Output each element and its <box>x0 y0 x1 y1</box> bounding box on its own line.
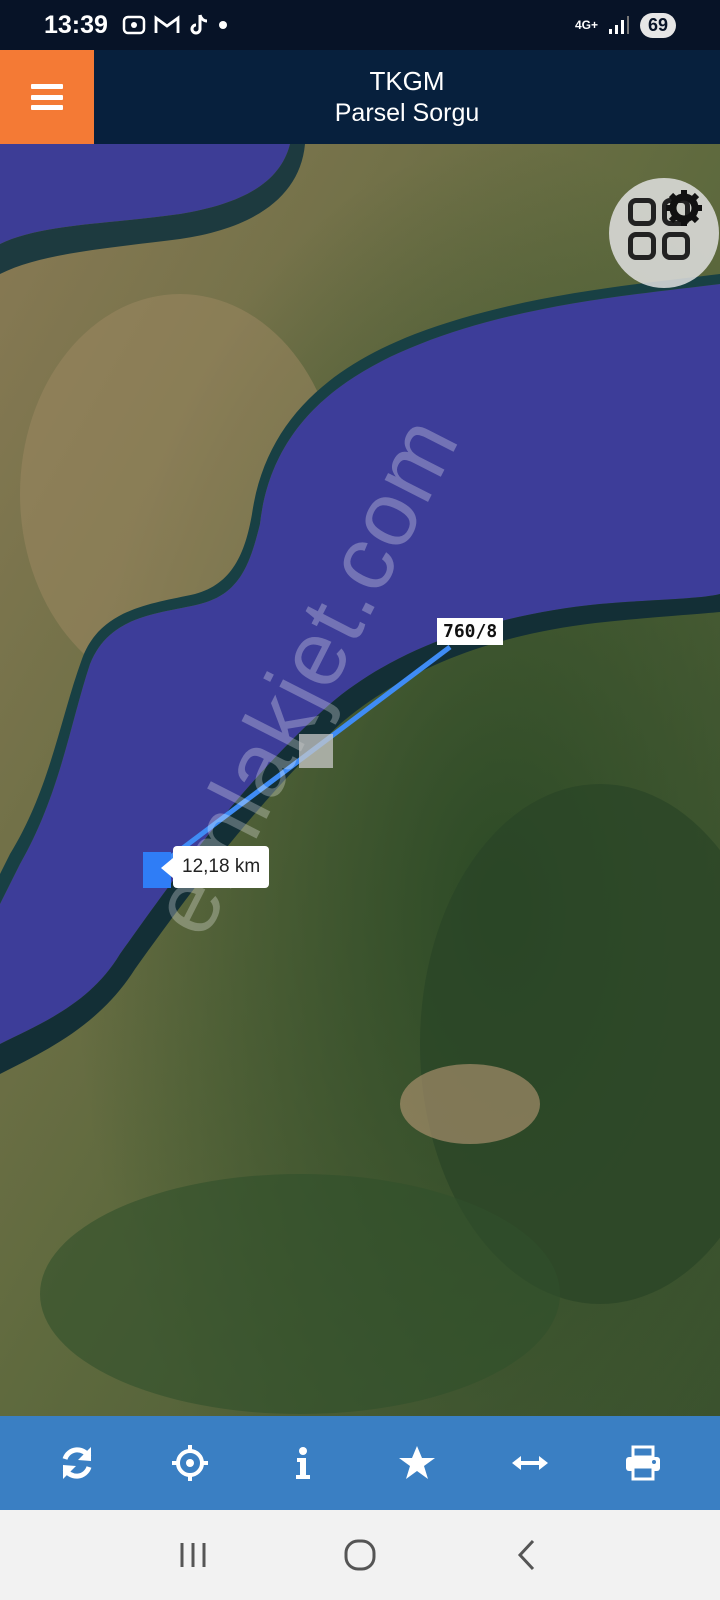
info-icon <box>296 1447 311 1479</box>
locate-icon <box>171 1445 208 1481</box>
tiktok-icon <box>190 14 208 35</box>
battery-level: 69 <box>639 12 676 38</box>
network-type: 4G+ <box>574 18 598 32</box>
app-header: TKGM Parsel Sorgu <box>0 50 720 144</box>
favorite-button[interactable] <box>382 1428 452 1498</box>
measure-icon <box>511 1456 548 1470</box>
bottom-toolbar <box>0 1416 720 1510</box>
recent-apps-icon <box>180 1543 206 1567</box>
home-icon <box>344 1539 376 1571</box>
parcel-label[interactable]: 760/8 <box>437 618 504 645</box>
status-notification-icons <box>122 13 228 37</box>
title-block: TKGM Parsel Sorgu <box>94 50 720 144</box>
measure-button[interactable] <box>495 1428 565 1498</box>
map-view[interactable]: emlakjet.com 760/8 12,18 km <box>0 144 720 1416</box>
refresh-icon <box>62 1447 92 1479</box>
screenshot-icon <box>122 15 146 35</box>
print-button[interactable] <box>608 1428 678 1498</box>
distance-label: 12,18 km <box>160 846 270 888</box>
status-bar: 13:39 4G+ 69 <box>0 0 720 50</box>
refresh-button[interactable] <box>42 1428 112 1498</box>
measure-midpoint-handle[interactable] <box>299 734 333 768</box>
satellite-imagery <box>0 144 720 1416</box>
gmail-icon <box>154 15 180 33</box>
home-button[interactable] <box>325 1525 395 1585</box>
signal-icon <box>608 16 629 34</box>
app-subtitle: Parsel Sorgu <box>334 99 480 127</box>
info-button[interactable] <box>268 1428 338 1498</box>
menu-icon <box>31 84 63 110</box>
system-nav-bar <box>0 1510 720 1600</box>
locate-button[interactable] <box>155 1428 225 1498</box>
status-time: 13:39 <box>44 10 108 39</box>
menu-button[interactable] <box>0 50 94 144</box>
print-icon <box>626 1445 661 1481</box>
back-icon <box>517 1539 534 1571</box>
settings-button[interactable] <box>648 172 720 244</box>
recent-apps-button[interactable] <box>158 1525 228 1585</box>
app-title: TKGM <box>369 66 445 96</box>
back-button[interactable] <box>492 1525 562 1585</box>
gear-icon <box>666 190 702 226</box>
dot-icon <box>218 21 227 29</box>
star-icon <box>398 1446 435 1479</box>
